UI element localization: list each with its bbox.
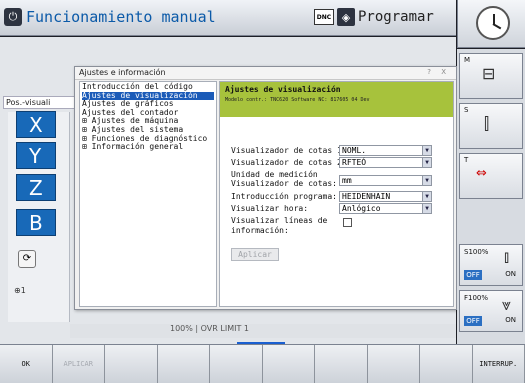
spindle-override-value: S100% (464, 248, 489, 256)
refresh-icon[interactable]: ⟳ (18, 250, 36, 268)
softkey-empty[interactable] (210, 345, 263, 383)
controller-info: Modelo contr.: TNC620 Software NC: 81760… (225, 97, 370, 103)
select-value: RFTEÓ (342, 158, 367, 167)
content-header: Ajustes de visualización Modelo contr.: … (220, 82, 453, 117)
s-label: S (464, 106, 469, 114)
checkbox-label: Visualizar líneas de (231, 216, 328, 225)
info-lines-checkbox[interactable] (343, 218, 352, 227)
dialog-window-buttons[interactable]: ? X (427, 68, 450, 76)
settings-dialog: Ajustes e información ? X Introducción d… (74, 66, 457, 310)
softkey-interrupt[interactable]: INTERRUP. (472, 345, 525, 383)
dialog-title: Ajustes e información (79, 68, 166, 77)
select-value: Anlógico (342, 204, 381, 213)
tool-holder-icon: ⫿ (484, 114, 490, 133)
softkey-empty[interactable] (105, 345, 158, 383)
clock-icon (476, 6, 510, 40)
field-label: Visualizador de cotas: (231, 179, 337, 188)
tool-change-icon: ⇔ (476, 166, 487, 181)
t-label: T (464, 156, 469, 164)
axis-z: Z (16, 174, 56, 201)
position-display-2-select[interactable]: RFTEÓ ▼ (339, 157, 432, 168)
s-function-button[interactable]: S ⫿ (459, 103, 523, 149)
header-bar: ⏻ Funcionamiento manual DNC ◈ Programar (0, 0, 456, 36)
field-label: Unidad de medición (231, 170, 318, 179)
softkey-ok[interactable]: OK (0, 345, 53, 383)
power-icon: ⏻ (4, 8, 22, 26)
softkey-empty[interactable] (420, 345, 473, 383)
program-input-select[interactable]: HEIDENHAIN ▼ (339, 191, 432, 202)
spindle-off-tag: OFF (464, 270, 482, 280)
checkbox-label: información: (231, 226, 289, 235)
clock-panel (457, 0, 525, 48)
chevron-down-icon[interactable]: ▼ (422, 192, 431, 201)
field-label: Visualizador de cotas 2: (231, 158, 347, 167)
chevron-down-icon[interactable]: ▼ (422, 176, 431, 185)
position-display-1-select[interactable]: NOML. ▼ (339, 145, 432, 156)
machine-mode-label: Funcionamiento manual (26, 8, 216, 26)
feed-off-tag: OFF (464, 316, 482, 326)
chevron-down-icon[interactable]: ▼ (422, 146, 431, 155)
softkey-empty[interactable] (367, 345, 420, 383)
spindle-icon: ⊟ (482, 64, 496, 83)
dialog-titlebar: Ajustes e información ? X (75, 67, 456, 80)
field-label: Visualizar hora: (231, 204, 309, 213)
field-label: Introducción programa: (231, 192, 337, 201)
softkey-empty[interactable] (157, 345, 210, 383)
spindle-override-button[interactable]: S100% ⫾ OFF ON (459, 244, 523, 286)
position-display-label: Pos.-visuali (3, 96, 75, 109)
programming-mode-label[interactable]: Programar (358, 9, 434, 25)
t-function-button[interactable]: T ⇔ (459, 153, 523, 199)
status-line: 100% | OVR LIMIT 1 (70, 324, 456, 338)
axis-b: B (16, 209, 56, 236)
m-function-button[interactable]: M ⊟ (459, 53, 523, 99)
select-value: HEIDENHAIN (342, 192, 391, 201)
settings-tree: Introducción del código Ajustes de visua… (79, 81, 217, 307)
spindle-override-icon: ⫾ (504, 247, 510, 266)
feed-override-icon: ⩔ (502, 295, 512, 314)
spindle-on-tag: ON (505, 270, 516, 278)
settings-content: Ajustes de visualización Modelo contr.: … (219, 81, 454, 307)
select-value: mm (342, 176, 352, 185)
apply-button[interactable]: Aplicar (231, 248, 279, 261)
dnc-icon[interactable]: DNC (314, 9, 334, 25)
feed-on-tag: ON (505, 316, 516, 324)
softkey-empty[interactable] (315, 345, 368, 383)
m-label: M (464, 56, 471, 64)
unit-select[interactable]: mm ▼ (339, 175, 432, 186)
speed-indicator: ⊕1 (14, 286, 26, 295)
program-icon: ◈ (337, 8, 355, 26)
softkey-apply[interactable]: APLICAR (52, 345, 105, 383)
machine-status-bar: M ⊟ S ⫿ T ⇔ S100% ⫾ OFF ON F100% ⩔ OFF O… (457, 49, 525, 344)
select-value: NOML. (342, 146, 367, 155)
chevron-down-icon[interactable]: ▼ (422, 204, 431, 213)
machine-mode[interactable]: ⏻ Funcionamiento manual (4, 5, 216, 29)
feed-override-button[interactable]: F100% ⩔ OFF ON (459, 290, 523, 332)
axis-x: X (16, 111, 56, 138)
tree-item[interactable]: ⊞ Información general (82, 143, 214, 152)
feed-override-value: F100% (464, 294, 489, 302)
content-title: Ajustes de visualización (225, 85, 341, 94)
softkey-bar: OK APLICAR INTERRUP. (0, 344, 525, 383)
time-display-select[interactable]: Anlógico ▼ (339, 203, 432, 214)
chevron-down-icon[interactable]: ▼ (422, 158, 431, 167)
axis-y: Y (16, 142, 56, 169)
softkey-empty[interactable] (262, 345, 315, 383)
field-label: Visualizador de cotas 1: (231, 146, 347, 155)
